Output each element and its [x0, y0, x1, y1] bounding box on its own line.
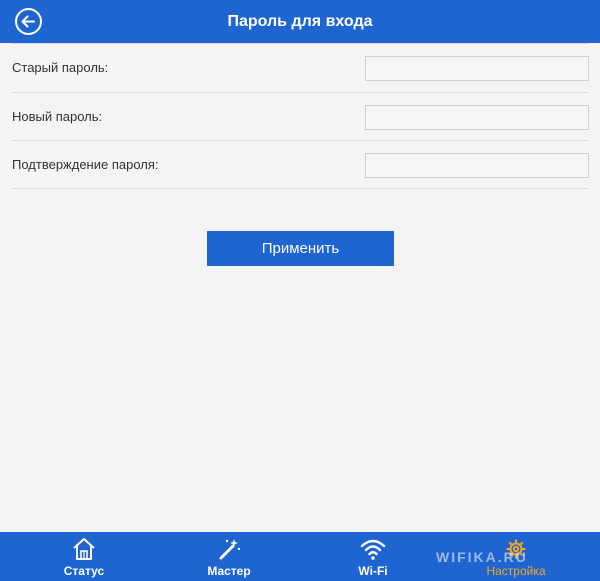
tab-status-label: Статус: [63, 564, 105, 578]
password-form: Старый пароль: Новый пароль: Подтвержден…: [0, 43, 600, 189]
bottom-tab-bar: Статус Мастер Wi-Fi Настройка WIFIKA.RU: [0, 532, 600, 581]
new-password-row: Новый пароль:: [12, 91, 589, 141]
magic-wand-icon: [219, 539, 241, 560]
old-password-label: Старый пароль:: [12, 60, 109, 75]
home-icon: [73, 538, 95, 560]
page-title: Пароль для входа: [227, 13, 373, 30]
confirm-password-input[interactable]: [365, 153, 589, 178]
tab-wifi[interactable]: Wi-Fi: [328, 532, 418, 581]
tab-wifi-label: Wi-Fi: [358, 564, 388, 578]
header-bar: Пароль для входа: [0, 0, 600, 43]
tab-wizard[interactable]: Мастер: [184, 532, 274, 581]
tab-settings-label: Настройка: [486, 564, 546, 578]
watermark: WIFIKA.RU: [436, 549, 528, 565]
old-password-input[interactable]: [365, 56, 589, 81]
wifi-icon: [360, 539, 386, 560]
old-password-row: Старый пароль:: [12, 43, 589, 92]
new-password-label: Новый пароль:: [12, 108, 103, 124]
confirm-password-label: Подтверждение пароля:: [12, 157, 159, 172]
tab-status[interactable]: Статус: [39, 532, 129, 581]
tab-wizard-label: Мастер: [207, 564, 251, 578]
new-password-input[interactable]: [365, 104, 589, 130]
apply-button[interactable]: Применить: [207, 231, 394, 266]
confirm-password-row: Подтверждение пароля:: [12, 140, 589, 189]
